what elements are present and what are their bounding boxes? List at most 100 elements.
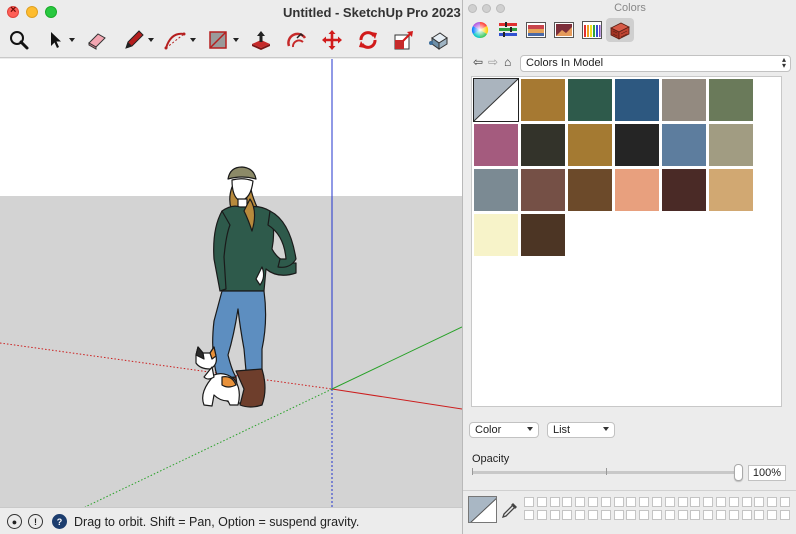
favorite-color-slot[interactable] [588,497,598,507]
favorite-color-slot[interactable] [664,497,675,507]
favorite-color-slot[interactable] [562,510,573,520]
color-sliders-mode[interactable] [494,18,522,42]
favorite-color-slot[interactable] [639,497,650,507]
opacity-slider-thumb[interactable] [734,464,743,481]
color-list-select[interactable]: Colors In Model ▴ ▾ [520,55,791,72]
zoom-window-button[interactable] [45,6,57,18]
opacity-slider-track[interactable] [472,471,742,474]
rectangle-tool[interactable] [205,27,231,53]
zoom-panel-button[interactable] [496,4,505,13]
favorite-color-slot[interactable] [703,510,714,520]
material-swatch[interactable] [614,168,660,212]
favorite-color-slot[interactable] [677,497,688,507]
favorite-color-slot[interactable] [741,497,752,507]
favorite-color-slot[interactable] [754,510,765,520]
image-palettes-mode[interactable] [550,18,578,42]
favorite-color-slot[interactable] [536,497,547,507]
favorite-color-slot[interactable] [728,497,739,507]
material-swatch[interactable] [567,168,613,212]
zoom-extents-tool[interactable] [6,27,32,53]
move-tool[interactable] [319,27,345,53]
arc-dropdown[interactable] [190,38,196,42]
minimize-panel-button[interactable] [482,4,491,13]
favorite-color-slot[interactable] [716,497,726,507]
material-swatch[interactable] [520,78,566,122]
material-swatch[interactable] [520,213,566,257]
favorite-color-slot[interactable] [780,497,790,507]
material-swatch[interactable] [661,78,707,122]
forward-arrow-icon[interactable]: ⇨ [488,55,498,69]
favorite-color-slot[interactable] [562,497,573,507]
offset-tool[interactable] [284,27,310,53]
credits-icon[interactable]: ! [28,514,43,529]
favorite-color-slot[interactable] [652,497,662,507]
material-swatch[interactable] [520,123,566,167]
favorite-color-slot[interactable] [639,510,650,520]
favorite-color-slot[interactable] [767,497,778,507]
favorite-color-slot[interactable] [780,510,790,520]
pencils-mode[interactable] [578,18,606,42]
home-icon[interactable]: ⌂ [504,55,511,69]
rotate-tool[interactable] [355,27,381,53]
favorite-color-slot[interactable] [549,510,560,520]
favorite-color-slot[interactable] [741,510,752,520]
favorite-color-slot[interactable] [575,510,586,520]
favorite-color-slot[interactable] [600,510,611,520]
material-swatch[interactable] [473,123,519,167]
close-panel-button[interactable] [468,4,477,13]
favorite-color-slot[interactable] [524,497,534,507]
color-palettes-mode[interactable] [522,18,550,42]
favorite-color-slot[interactable] [626,497,637,507]
eyedropper-button[interactable] [501,501,519,522]
favorite-color-slot[interactable] [600,497,611,507]
eraser-tool[interactable] [84,27,110,53]
favorite-color-slot[interactable] [703,497,714,507]
favorite-color-slot[interactable] [728,510,739,520]
material-swatch[interactable] [520,168,566,212]
favorite-color-slot[interactable] [549,497,560,507]
favorite-color-slot[interactable] [588,510,598,520]
favorite-color-slot[interactable] [690,510,701,520]
favorite-color-slot[interactable] [575,497,586,507]
scale-tool[interactable] [391,27,417,53]
view-mode-select[interactable]: Color [469,422,539,438]
material-swatch[interactable] [567,78,613,122]
arc-tool[interactable] [162,27,188,53]
push-pull-tool[interactable] [248,27,274,53]
favorite-color-slot[interactable] [690,497,701,507]
opacity-value-field[interactable]: 100% [748,465,786,481]
favorite-color-slot[interactable] [524,510,534,520]
material-swatch[interactable] [473,213,519,257]
select-tool[interactable] [43,27,69,53]
favorite-color-slot[interactable] [754,497,765,507]
material-swatch[interactable] [708,78,754,122]
geo-location-icon[interactable]: ● [7,514,22,529]
favorite-color-slot[interactable] [664,510,675,520]
close-window-button[interactable] [7,4,19,18]
favorite-color-slot[interactable] [613,497,624,507]
color-wheel-mode[interactable] [466,18,494,42]
material-swatch[interactable] [473,78,519,122]
back-arrow-icon[interactable]: ⇦ [473,55,483,69]
material-swatch[interactable] [614,78,660,122]
material-swatch[interactable] [567,123,613,167]
sort-mode-select[interactable]: List [547,422,615,438]
favorite-color-slot[interactable] [652,510,662,520]
material-swatch[interactable] [708,168,754,212]
favorite-color-slot[interactable] [626,510,637,520]
favorite-color-slot[interactable] [677,510,688,520]
scene-canvas[interactable] [0,59,462,507]
favorite-color-slot[interactable] [716,510,726,520]
select-dropdown[interactable] [69,38,75,42]
material-swatch[interactable] [661,123,707,167]
material-swatch[interactable] [708,123,754,167]
paint-bucket-tool[interactable] [426,27,452,53]
current-color-swatch[interactable] [468,496,497,523]
instructor-help-icon[interactable]: ? [52,514,67,529]
favorite-color-slot[interactable] [536,510,547,520]
favorite-color-slot[interactable] [613,510,624,520]
line-dropdown[interactable] [148,38,154,42]
sketchup-materials-mode[interactable] [606,18,634,42]
minimize-window-button[interactable] [26,6,38,18]
favorite-color-slot[interactable] [767,510,778,520]
